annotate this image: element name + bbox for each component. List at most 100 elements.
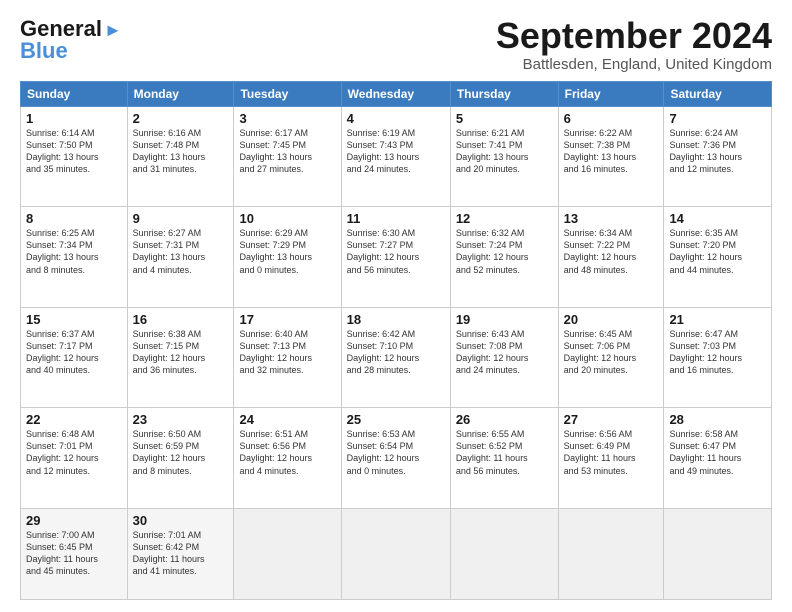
- calendar-cell: 2Sunrise: 6:16 AM Sunset: 7:48 PM Daylig…: [127, 106, 234, 207]
- day-number: 15: [26, 312, 122, 327]
- calendar-cell: 10Sunrise: 6:29 AM Sunset: 7:29 PM Dayli…: [234, 207, 341, 308]
- day-number: 19: [456, 312, 553, 327]
- calendar-cell: [450, 508, 558, 599]
- month-title: September 2024: [496, 16, 772, 56]
- title-block: September 2024 Battlesden, England, Unit…: [496, 16, 772, 73]
- day-number: 21: [669, 312, 766, 327]
- calendar-cell: 6Sunrise: 6:22 AM Sunset: 7:38 PM Daylig…: [558, 106, 664, 207]
- day-number: 1: [26, 111, 122, 126]
- calendar-cell: 4Sunrise: 6:19 AM Sunset: 7:43 PM Daylig…: [341, 106, 450, 207]
- logo: General► Blue: [20, 16, 122, 64]
- calendar-cell: 16Sunrise: 6:38 AM Sunset: 7:15 PM Dayli…: [127, 307, 234, 408]
- calendar-cell: 30Sunrise: 7:01 AM Sunset: 6:42 PM Dayli…: [127, 508, 234, 599]
- calendar-cell: [664, 508, 772, 599]
- calendar-cell: 8Sunrise: 6:25 AM Sunset: 7:34 PM Daylig…: [21, 207, 128, 308]
- day-info: Sunrise: 6:19 AM Sunset: 7:43 PM Dayligh…: [347, 127, 445, 176]
- calendar-cell: [341, 508, 450, 599]
- weekday-header-saturday: Saturday: [664, 81, 772, 106]
- calendar-header-row: SundayMondayTuesdayWednesdayThursdayFrid…: [21, 81, 772, 106]
- day-number: 22: [26, 412, 122, 427]
- day-number: 6: [564, 111, 659, 126]
- day-info: Sunrise: 6:42 AM Sunset: 7:10 PM Dayligh…: [347, 328, 445, 377]
- weekday-header-wednesday: Wednesday: [341, 81, 450, 106]
- logo-blue: Blue: [20, 38, 68, 64]
- day-number: 9: [133, 211, 229, 226]
- day-info: Sunrise: 6:34 AM Sunset: 7:22 PM Dayligh…: [564, 227, 659, 276]
- weekday-header-friday: Friday: [558, 81, 664, 106]
- calendar-cell: 25Sunrise: 6:53 AM Sunset: 6:54 PM Dayli…: [341, 408, 450, 509]
- day-info: Sunrise: 6:51 AM Sunset: 6:56 PM Dayligh…: [239, 428, 335, 477]
- calendar-cell: 13Sunrise: 6:34 AM Sunset: 7:22 PM Dayli…: [558, 207, 664, 308]
- day-info: Sunrise: 6:47 AM Sunset: 7:03 PM Dayligh…: [669, 328, 766, 377]
- day-info: Sunrise: 6:38 AM Sunset: 7:15 PM Dayligh…: [133, 328, 229, 377]
- day-info: Sunrise: 6:22 AM Sunset: 7:38 PM Dayligh…: [564, 127, 659, 176]
- weekday-header-sunday: Sunday: [21, 81, 128, 106]
- day-info: Sunrise: 6:21 AM Sunset: 7:41 PM Dayligh…: [456, 127, 553, 176]
- calendar-cell: 14Sunrise: 6:35 AM Sunset: 7:20 PM Dayli…: [664, 207, 772, 308]
- day-info: Sunrise: 6:43 AM Sunset: 7:08 PM Dayligh…: [456, 328, 553, 377]
- day-info: Sunrise: 6:53 AM Sunset: 6:54 PM Dayligh…: [347, 428, 445, 477]
- day-number: 3: [239, 111, 335, 126]
- calendar-cell: 15Sunrise: 6:37 AM Sunset: 7:17 PM Dayli…: [21, 307, 128, 408]
- day-number: 8: [26, 211, 122, 226]
- calendar-cell: 22Sunrise: 6:48 AM Sunset: 7:01 PM Dayli…: [21, 408, 128, 509]
- day-info: Sunrise: 6:29 AM Sunset: 7:29 PM Dayligh…: [239, 227, 335, 276]
- day-number: 25: [347, 412, 445, 427]
- calendar-cell: 29Sunrise: 7:00 AM Sunset: 6:45 PM Dayli…: [21, 508, 128, 599]
- page: General► Blue September 2024 Battlesden,…: [0, 0, 792, 612]
- header: General► Blue September 2024 Battlesden,…: [20, 16, 772, 73]
- calendar-cell: 1Sunrise: 6:14 AM Sunset: 7:50 PM Daylig…: [21, 106, 128, 207]
- day-info: Sunrise: 6:45 AM Sunset: 7:06 PM Dayligh…: [564, 328, 659, 377]
- day-number: 2: [133, 111, 229, 126]
- day-number: 5: [456, 111, 553, 126]
- day-info: Sunrise: 6:37 AM Sunset: 7:17 PM Dayligh…: [26, 328, 122, 377]
- day-number: 16: [133, 312, 229, 327]
- day-info: Sunrise: 6:24 AM Sunset: 7:36 PM Dayligh…: [669, 127, 766, 176]
- week-row-2: 8Sunrise: 6:25 AM Sunset: 7:34 PM Daylig…: [21, 207, 772, 308]
- calendar-cell: 7Sunrise: 6:24 AM Sunset: 7:36 PM Daylig…: [664, 106, 772, 207]
- day-info: Sunrise: 6:32 AM Sunset: 7:24 PM Dayligh…: [456, 227, 553, 276]
- calendar-cell: 11Sunrise: 6:30 AM Sunset: 7:27 PM Dayli…: [341, 207, 450, 308]
- day-number: 13: [564, 211, 659, 226]
- day-info: Sunrise: 6:17 AM Sunset: 7:45 PM Dayligh…: [239, 127, 335, 176]
- weekday-header-monday: Monday: [127, 81, 234, 106]
- calendar-cell: 23Sunrise: 6:50 AM Sunset: 6:59 PM Dayli…: [127, 408, 234, 509]
- day-info: Sunrise: 6:14 AM Sunset: 7:50 PM Dayligh…: [26, 127, 122, 176]
- day-number: 29: [26, 513, 122, 528]
- day-info: Sunrise: 6:55 AM Sunset: 6:52 PM Dayligh…: [456, 428, 553, 477]
- calendar-cell: [234, 508, 341, 599]
- calendar-cell: 21Sunrise: 6:47 AM Sunset: 7:03 PM Dayli…: [664, 307, 772, 408]
- week-row-5: 29Sunrise: 7:00 AM Sunset: 6:45 PM Dayli…: [21, 508, 772, 599]
- day-number: 12: [456, 211, 553, 226]
- day-number: 30: [133, 513, 229, 528]
- calendar-cell: 24Sunrise: 6:51 AM Sunset: 6:56 PM Dayli…: [234, 408, 341, 509]
- day-number: 18: [347, 312, 445, 327]
- day-info: Sunrise: 6:16 AM Sunset: 7:48 PM Dayligh…: [133, 127, 229, 176]
- day-info: Sunrise: 6:56 AM Sunset: 6:49 PM Dayligh…: [564, 428, 659, 477]
- day-number: 20: [564, 312, 659, 327]
- calendar-table: SundayMondayTuesdayWednesdayThursdayFrid…: [20, 81, 772, 600]
- calendar-cell: [558, 508, 664, 599]
- day-number: 17: [239, 312, 335, 327]
- calendar-cell: 9Sunrise: 6:27 AM Sunset: 7:31 PM Daylig…: [127, 207, 234, 308]
- calendar-body: 1Sunrise: 6:14 AM Sunset: 7:50 PM Daylig…: [21, 106, 772, 599]
- calendar-cell: 5Sunrise: 6:21 AM Sunset: 7:41 PM Daylig…: [450, 106, 558, 207]
- day-number: 11: [347, 211, 445, 226]
- day-info: Sunrise: 6:50 AM Sunset: 6:59 PM Dayligh…: [133, 428, 229, 477]
- calendar-cell: 28Sunrise: 6:58 AM Sunset: 6:47 PM Dayli…: [664, 408, 772, 509]
- day-info: Sunrise: 7:01 AM Sunset: 6:42 PM Dayligh…: [133, 529, 229, 578]
- calendar-cell: 27Sunrise: 6:56 AM Sunset: 6:49 PM Dayli…: [558, 408, 664, 509]
- weekday-header-thursday: Thursday: [450, 81, 558, 106]
- location: Battlesden, England, United Kingdom: [496, 56, 772, 73]
- day-info: Sunrise: 6:27 AM Sunset: 7:31 PM Dayligh…: [133, 227, 229, 276]
- day-number: 14: [669, 211, 766, 226]
- day-number: 23: [133, 412, 229, 427]
- day-number: 7: [669, 111, 766, 126]
- calendar-cell: 18Sunrise: 6:42 AM Sunset: 7:10 PM Dayli…: [341, 307, 450, 408]
- day-info: Sunrise: 6:35 AM Sunset: 7:20 PM Dayligh…: [669, 227, 766, 276]
- day-info: Sunrise: 6:58 AM Sunset: 6:47 PM Dayligh…: [669, 428, 766, 477]
- calendar-cell: 3Sunrise: 6:17 AM Sunset: 7:45 PM Daylig…: [234, 106, 341, 207]
- day-info: Sunrise: 6:30 AM Sunset: 7:27 PM Dayligh…: [347, 227, 445, 276]
- day-info: Sunrise: 6:25 AM Sunset: 7:34 PM Dayligh…: [26, 227, 122, 276]
- day-number: 24: [239, 412, 335, 427]
